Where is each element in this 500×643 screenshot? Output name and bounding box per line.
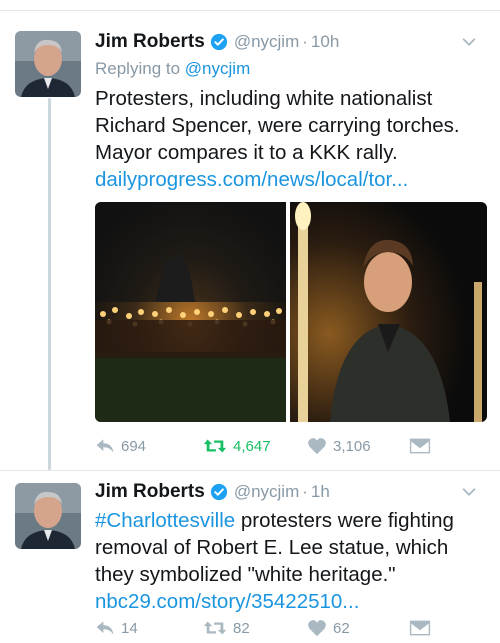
tweet-text-line: Richard Spencer, were carrying torches. <box>95 114 460 137</box>
replying-to-line: Replying to @nycjim <box>95 59 488 79</box>
verified-badge-icon <box>210 483 227 501</box>
reply-action[interactable]: 14 <box>95 619 203 637</box>
replying-to-mention[interactable]: @nycjim <box>185 59 250 78</box>
tweet-link[interactable]: dailyprogress.com/news/local/tor... <box>95 166 488 193</box>
display-name[interactable]: Jim Roberts <box>95 31 205 53</box>
direct-message-icon <box>409 620 431 636</box>
timestamp[interactable]: 1h <box>311 482 330 502</box>
retweet-action[interactable]: 4,647 <box>203 437 307 455</box>
retweet-icon <box>203 439 227 453</box>
tweet-header: Jim Roberts @nycjim · 10h <box>95 29 488 55</box>
like-count: 62 <box>333 619 350 637</box>
heart-icon <box>308 620 326 637</box>
tweet-actions: 14 82 62 <box>95 619 431 637</box>
direct-message-icon <box>409 438 431 454</box>
like-action[interactable]: 3,106 <box>307 437 409 455</box>
avatar[interactable] <box>15 483 81 549</box>
hashtag-link[interactable]: #Charlottesville <box>95 509 235 532</box>
tweet-text-line: Mayor compares it to a KKK rally. <box>95 141 398 164</box>
tweet-text-line: they symbolized "white heritage." <box>95 563 396 586</box>
direct-message-action[interactable] <box>409 437 431 455</box>
separator-dot: · <box>302 482 308 501</box>
timestamp[interactable]: 10h <box>311 32 339 52</box>
tweet-actions: 694 4,647 3,106 <box>95 437 431 455</box>
replying-to-label: Replying to <box>95 59 181 78</box>
tweet-text-line: removal of Robert E. Lee statue, which <box>95 536 449 559</box>
tweet-text-fragment: protesters were fighting <box>235 509 454 532</box>
retweet-icon <box>203 621 227 635</box>
tweet-1[interactable]: Jim Roberts @nycjim · 10h Replying to @n… <box>0 0 500 470</box>
tweet-link[interactable]: nbc29.com/story/35422510... <box>95 588 488 615</box>
tweet-header: Jim Roberts @nycjim · 1h <box>95 479 488 505</box>
tweet-2[interactable]: Jim Roberts @nycjim · 1h #Charlottesvill… <box>0 471 500 643</box>
tweet-text: Protesters, including white nationalist … <box>95 85 488 193</box>
like-action[interactable]: 62 <box>307 619 409 637</box>
reply-icon <box>96 439 114 453</box>
like-count: 3,106 <box>333 437 371 455</box>
tweet-text: #Charlottesville protesters were fightin… <box>95 507 488 615</box>
direct-message-action[interactable] <box>409 619 431 637</box>
retweet-count: 4,647 <box>233 437 271 455</box>
username-handle[interactable]: @nycjim <box>234 482 299 502</box>
display-name[interactable]: Jim Roberts <box>95 481 205 503</box>
chevron-down-icon[interactable] <box>460 33 478 51</box>
reply-icon <box>96 621 114 635</box>
media-photo-portrait[interactable] <box>290 202 487 422</box>
reply-count: 694 <box>121 437 147 455</box>
chevron-down-icon[interactable] <box>460 483 478 501</box>
tweet-text-line: #Charlottesville protesters were fightin… <box>95 507 488 534</box>
heart-icon <box>308 438 326 455</box>
reply-count: 14 <box>121 619 138 637</box>
username-handle[interactable]: @nycjim <box>234 32 299 52</box>
retweet-count: 82 <box>233 619 250 637</box>
tweet-media[interactable] <box>95 202 487 422</box>
tweet-text-line: Protesters, including white nationalist <box>95 87 433 110</box>
media-photo-torch-crowd[interactable] <box>95 202 286 422</box>
avatar[interactable] <box>15 31 81 97</box>
verified-badge-icon <box>210 33 227 51</box>
retweet-action[interactable]: 82 <box>203 619 307 637</box>
reply-action[interactable]: 694 <box>95 437 203 455</box>
separator-dot: · <box>302 32 308 51</box>
